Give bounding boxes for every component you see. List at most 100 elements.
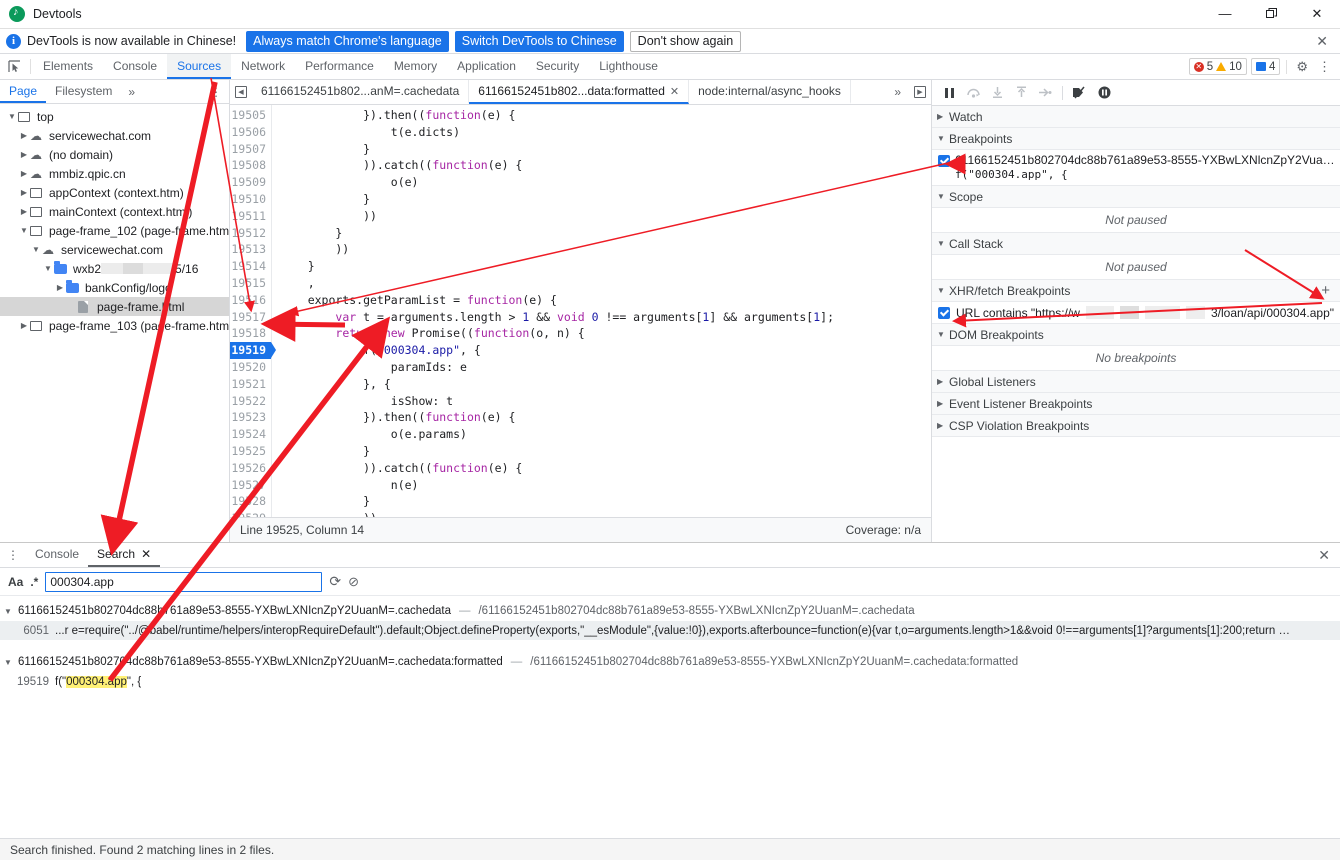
- code-line[interactable]: )).catch((function(e) {: [280, 460, 931, 477]
- line-number[interactable]: 19525: [230, 443, 271, 460]
- line-number[interactable]: 19507: [230, 141, 271, 158]
- close-icon[interactable]: ✕: [141, 547, 151, 561]
- drawer-tab-console[interactable]: Console: [26, 543, 88, 567]
- code-line[interactable]: }: [280, 443, 931, 460]
- drawer-close-icon[interactable]: ✕: [1308, 543, 1340, 567]
- refresh-icon[interactable]: ⟳: [329, 573, 341, 590]
- code-line[interactable]: }, {: [280, 376, 931, 393]
- twisty-icon[interactable]: ▼: [30, 245, 42, 254]
- nav-tab-page[interactable]: Page: [0, 80, 47, 103]
- twisty-icon[interactable]: ▶: [18, 321, 30, 330]
- line-number[interactable]: 19526: [230, 460, 271, 477]
- twisty-icon[interactable]: ▼: [4, 607, 14, 616]
- code-line[interactable]: paramIds: e: [280, 359, 931, 376]
- tab-performance[interactable]: Performance: [295, 54, 384, 79]
- tab-network[interactable]: Network: [231, 54, 295, 79]
- code-line[interactable]: )).catch((function(e) {: [280, 157, 931, 174]
- code-lines[interactable]: }).then((function(e) { t(e.dicts) } )).c…: [272, 105, 931, 517]
- twisty-icon[interactable]: ▶: [18, 207, 30, 216]
- tree-item-no-domain[interactable]: ▶ ☁ (no domain): [0, 145, 229, 164]
- line-number[interactable]: 19517: [230, 309, 271, 326]
- twisty-icon[interactable]: ▼: [937, 192, 949, 201]
- code-line[interactable]: exports.getParamList = function(e) {: [280, 292, 931, 309]
- search-result-line[interactable]: 19519 f("000304.app", {: [0, 672, 1340, 691]
- twisty-icon[interactable]: ▶: [937, 421, 949, 430]
- match-case-icon[interactable]: Aa: [8, 575, 23, 589]
- line-number[interactable]: 19509: [230, 174, 271, 191]
- line-number[interactable]: 19520: [230, 359, 271, 376]
- gear-icon[interactable]: ⚙: [1293, 59, 1311, 75]
- code-line[interactable]: }: [280, 493, 931, 510]
- twisty-icon[interactable]: ▼: [937, 239, 949, 248]
- dont-show-again-button[interactable]: Don't show again: [629, 30, 742, 52]
- section-csp-violation-breakpoints[interactable]: ▶ CSP Violation Breakpoints: [932, 415, 1340, 437]
- line-number[interactable]: 19506: [230, 124, 271, 141]
- section-call-stack[interactable]: ▼ Call Stack: [932, 233, 1340, 255]
- inspect-element-icon[interactable]: [0, 54, 28, 79]
- tree-item-appcontext[interactable]: ▶ appContext (context.htm): [0, 183, 229, 202]
- tab-lighthouse[interactable]: Lighthouse: [589, 54, 668, 79]
- tree-item-page-frame-103[interactable]: ▶ page-frame_103 (page-frame.htm: [0, 316, 229, 335]
- search-input[interactable]: [45, 571, 323, 592]
- add-xhr-breakpoint-icon[interactable]: +: [1321, 282, 1335, 299]
- step-out-button[interactable]: [1010, 82, 1032, 104]
- deactivate-breakpoints-button[interactable]: [1069, 82, 1091, 104]
- tree-item-bankconfig-logo[interactable]: ▶ bankConfig/logo: [0, 278, 229, 297]
- section-global-listeners[interactable]: ▶ Global Listeners: [932, 371, 1340, 393]
- section-xhr-breakpoints[interactable]: ▼ XHR/fetch Breakpoints +: [932, 280, 1340, 302]
- resume-button[interactable]: [938, 82, 960, 104]
- breakpoint-list-item[interactable]: 61166152451b802704dc88b761a89e53-8555-YX…: [932, 150, 1340, 186]
- twisty-icon[interactable]: ▶: [937, 399, 949, 408]
- tree-item-page-frame-html[interactable]: page-frame.html: [0, 297, 229, 316]
- tab-console[interactable]: Console: [103, 54, 167, 79]
- twisty-icon[interactable]: ▼: [18, 226, 30, 235]
- tab-elements[interactable]: Elements: [33, 54, 103, 79]
- close-button[interactable]: ✕: [1294, 0, 1340, 28]
- regex-icon[interactable]: .*: [30, 575, 38, 589]
- code-line[interactable]: ,: [280, 275, 931, 292]
- search-result-file[interactable]: ▼ 61166152451b802704dc88b761a89e53-8555-…: [0, 601, 1340, 621]
- more-options-icon[interactable]: ⋮: [1315, 59, 1334, 75]
- pause-on-exceptions-button[interactable]: [1093, 82, 1115, 104]
- tree-item-mmbiz[interactable]: ▶ ☁ mmbiz.qpic.cn: [0, 164, 229, 183]
- tree-item-servicewechat[interactable]: ▶ ☁ servicewechat.com: [0, 126, 229, 145]
- code-line[interactable]: }: [280, 258, 931, 275]
- twisty-icon[interactable]: ▼: [4, 658, 14, 667]
- twisty-icon[interactable]: ▶: [54, 283, 66, 292]
- close-icon[interactable]: ✕: [670, 85, 679, 98]
- line-number[interactable]: 19515: [230, 275, 271, 292]
- nav-more-icon[interactable]: »: [121, 80, 142, 103]
- twisty-icon[interactable]: ▼: [42, 264, 54, 273]
- line-number[interactable]: 19523: [230, 409, 271, 426]
- code-line[interactable]: n(e): [280, 477, 931, 494]
- step-into-button[interactable]: [986, 82, 1008, 104]
- line-number[interactable]: 19524: [230, 426, 271, 443]
- line-number[interactable]: 19522: [230, 393, 271, 410]
- drawer-kebab-icon[interactable]: ⋮: [0, 543, 26, 567]
- search-result-line[interactable]: 6051 ...r e=require("../@babel/runtime/h…: [0, 621, 1340, 640]
- code-line[interactable]: }: [280, 141, 931, 158]
- code-line[interactable]: )): [280, 208, 931, 225]
- twisty-icon[interactable]: ▶: [18, 150, 30, 159]
- line-number[interactable]: 19516: [230, 292, 271, 309]
- twisty-icon[interactable]: ▼: [6, 112, 18, 121]
- switch-to-chinese-button[interactable]: Switch DevTools to Chinese: [454, 30, 624, 52]
- line-number[interactable]: 19508: [230, 157, 271, 174]
- code-line[interactable]: o(e): [280, 174, 931, 191]
- code-line[interactable]: }).then((function(e) {: [280, 409, 931, 426]
- tree-item-servicewechat-nested[interactable]: ▼ ☁ servicewechat.com: [0, 240, 229, 259]
- issue-counts[interactable]: ✕ 5 10: [1188, 58, 1247, 75]
- section-dom-breakpoints[interactable]: ▼ DOM Breakpoints: [932, 324, 1340, 346]
- line-number[interactable]: 19529: [230, 510, 271, 517]
- step-button[interactable]: [1034, 82, 1056, 104]
- editor-tab-async-hooks[interactable]: node:internal/async_hooks: [689, 80, 851, 104]
- line-number[interactable]: 19518: [230, 325, 271, 342]
- breakpoint-checkbox[interactable]: [938, 155, 950, 167]
- clear-search-icon[interactable]: ⊘: [348, 574, 359, 590]
- search-result-file[interactable]: ▼ 61166152451b802704dc88b761a89e53-8555-…: [0, 652, 1340, 672]
- line-number[interactable]: 19512: [230, 225, 271, 242]
- message-count-box[interactable]: 4: [1250, 58, 1281, 75]
- code-line[interactable]: f("000304.app", {: [280, 342, 931, 359]
- code-line[interactable]: }: [280, 191, 931, 208]
- drawer-tab-search[interactable]: Search ✕: [88, 543, 161, 567]
